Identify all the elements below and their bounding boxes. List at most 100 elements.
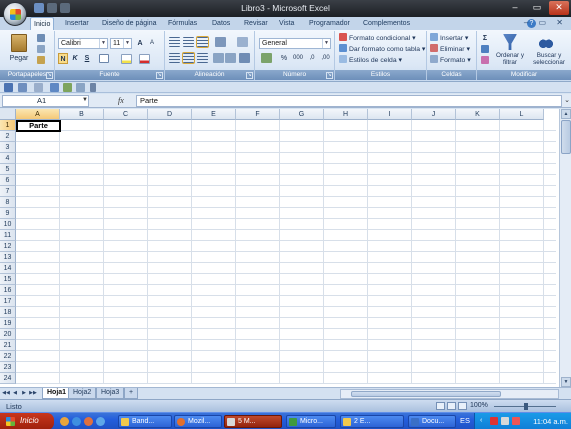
sheet-tab-hoja2[interactable]: Hoja2 [68,388,97,399]
column-header-d[interactable]: D [148,109,192,120]
delete-cells-button[interactable]: Eliminar ▾ [430,44,470,55]
shrink-font-button[interactable]: A [147,38,157,49]
column-header-e[interactable]: E [192,109,236,120]
align-top-icon[interactable] [169,37,180,47]
horizontal-scroll-thumb[interactable] [351,391,501,397]
wrap-text-icon[interactable] [237,37,248,47]
vertical-scroll-thumb[interactable] [561,120,571,154]
row-header-3[interactable]: 3 [0,142,16,153]
tab-revisar[interactable]: Revisar [241,17,271,30]
row-header-19[interactable]: 19 [0,318,16,329]
row-header-10[interactable]: 10 [0,219,16,230]
thousands-button[interactable]: 000 [291,53,305,64]
cell-styles-button[interactable]: Estilos de celda ▾ [339,55,402,66]
paste-icon[interactable] [11,34,27,52]
active-cell[interactable]: Parte [16,120,61,132]
row-header-21[interactable]: 21 [0,340,16,351]
sheet-tab-hoja3[interactable]: Hoja3 [96,388,125,399]
row-header-17[interactable]: 17 [0,296,16,307]
tab-inicio[interactable]: Inicio [30,17,55,30]
row-header-13[interactable]: 13 [0,252,16,263]
autosum-button[interactable]: Σ [480,33,490,44]
align-center-icon[interactable] [182,52,195,64]
align-middle-icon[interactable] [183,37,194,47]
grow-font-button[interactable]: A [135,38,145,49]
tray-arrow-icon[interactable]: ‹ [480,417,488,425]
clear-icon[interactable] [481,56,489,64]
column-header-i[interactable]: I [368,109,412,120]
format-cells-button[interactable]: Formato ▾ [430,55,471,66]
scroll-down-icon[interactable]: ▼ [561,377,571,387]
zoom-level[interactable]: 100% [470,402,488,409]
orientation-icon[interactable] [215,37,226,47]
quicklaunch-2-icon[interactable] [72,417,81,426]
row-header-6[interactable]: 6 [0,175,16,186]
binoculars-icon[interactable] [539,34,553,48]
currency-icon[interactable] [261,53,272,63]
align-right-icon[interactable] [197,53,208,63]
workbook-controls[interactable]: – ▭ ✕ [524,18,567,27]
row-header-20[interactable]: 20 [0,329,16,340]
tab-insertar[interactable]: Insertar [62,17,92,30]
spelling-icon[interactable] [63,83,72,92]
row-header-22[interactable]: 22 [0,351,16,362]
sheet-tab-hoja1[interactable]: Hoja1 [42,388,72,399]
sort-icon[interactable] [76,83,85,92]
clipboard-launcher-icon[interactable]: ↘ [46,72,53,79]
task-docu[interactable]: Docu... [408,415,456,428]
align-bottom-icon[interactable] [196,36,209,48]
language-indicator[interactable]: ES [460,416,470,425]
customize-qat-icon[interactable] [90,83,96,92]
font-name-select[interactable]: Calibri ▼ [58,38,108,49]
expand-formula-icon[interactable]: ⌄ [564,96,570,104]
row-header-8[interactable]: 8 [0,197,16,208]
row-header-18[interactable]: 18 [0,307,16,318]
insert-function-icon[interactable]: fx [118,96,124,105]
normal-view-icon[interactable] [436,402,445,410]
font-launcher-icon[interactable]: ↘ [156,72,163,79]
office-button[interactable] [3,2,27,26]
select-all-corner[interactable] [0,109,16,120]
scroll-up-icon[interactable]: ▲ [561,109,571,119]
font-size-select[interactable]: 11 ▼ [110,38,132,49]
close-button[interactable]: ✕ [549,1,569,15]
borders-icon[interactable] [99,54,109,63]
row-header-15[interactable]: 15 [0,274,16,285]
row-header-2[interactable]: 2 [0,131,16,142]
row-header-23[interactable]: 23 [0,362,16,373]
row-header-4[interactable]: 4 [0,153,16,164]
underline-button[interactable]: S [82,53,92,64]
worksheet-grid[interactable]: ABCDEFGHIJKL 1 2 3 4 5 6 7 8 9 10 11 12 13 14 15 16 17 18… [0,109,571,387]
font-color-icon[interactable] [139,54,150,64]
insert-cells-button[interactable]: Insertar ▾ [430,33,468,44]
task-microsoft[interactable]: Micro... [286,415,336,428]
horizontal-scrollbar[interactable] [340,389,559,399]
conditional-format-button[interactable]: Formato condicional ▾ [339,33,416,44]
formula-input[interactable]: Parte [136,95,562,107]
last-sheet-icon[interactable]: ▶▶ [29,389,37,398]
decrease-indent-icon[interactable] [213,53,224,63]
task-5m[interactable]: 5 M... [224,415,282,428]
first-sheet-icon[interactable]: ◀◀ [2,389,10,398]
tab-datos[interactable]: Datos [209,17,233,30]
percent-button[interactable]: % [279,53,289,64]
tab-diseno-pagina[interactable]: Diseño de página [99,17,160,30]
increase-indent-icon[interactable] [225,53,236,63]
decrease-decimal-button[interactable]: ,00 [319,53,332,64]
row-header-1[interactable]: 1 [0,120,16,131]
prev-sheet-icon[interactable]: ◀ [11,389,19,398]
column-header-c[interactable]: C [104,109,148,120]
find-select-button[interactable]: Buscar y seleccionar [529,52,569,66]
name-box-dropdown-icon[interactable]: ▼ [82,97,88,103]
save-icon[interactable] [4,83,13,92]
copy-icon[interactable] [37,45,45,53]
fill-icon[interactable] [481,45,489,53]
merge-center-icon[interactable] [239,53,250,63]
column-header-b[interactable]: B [60,109,104,120]
tab-vista[interactable]: Vista [276,17,297,30]
row-header-5[interactable]: 5 [0,164,16,175]
task-2e[interactable]: 2 E... [340,415,404,428]
column-header-h[interactable]: H [324,109,368,120]
minimize-button[interactable]: – [505,1,525,15]
tab-programador[interactable]: Programador [306,17,353,30]
